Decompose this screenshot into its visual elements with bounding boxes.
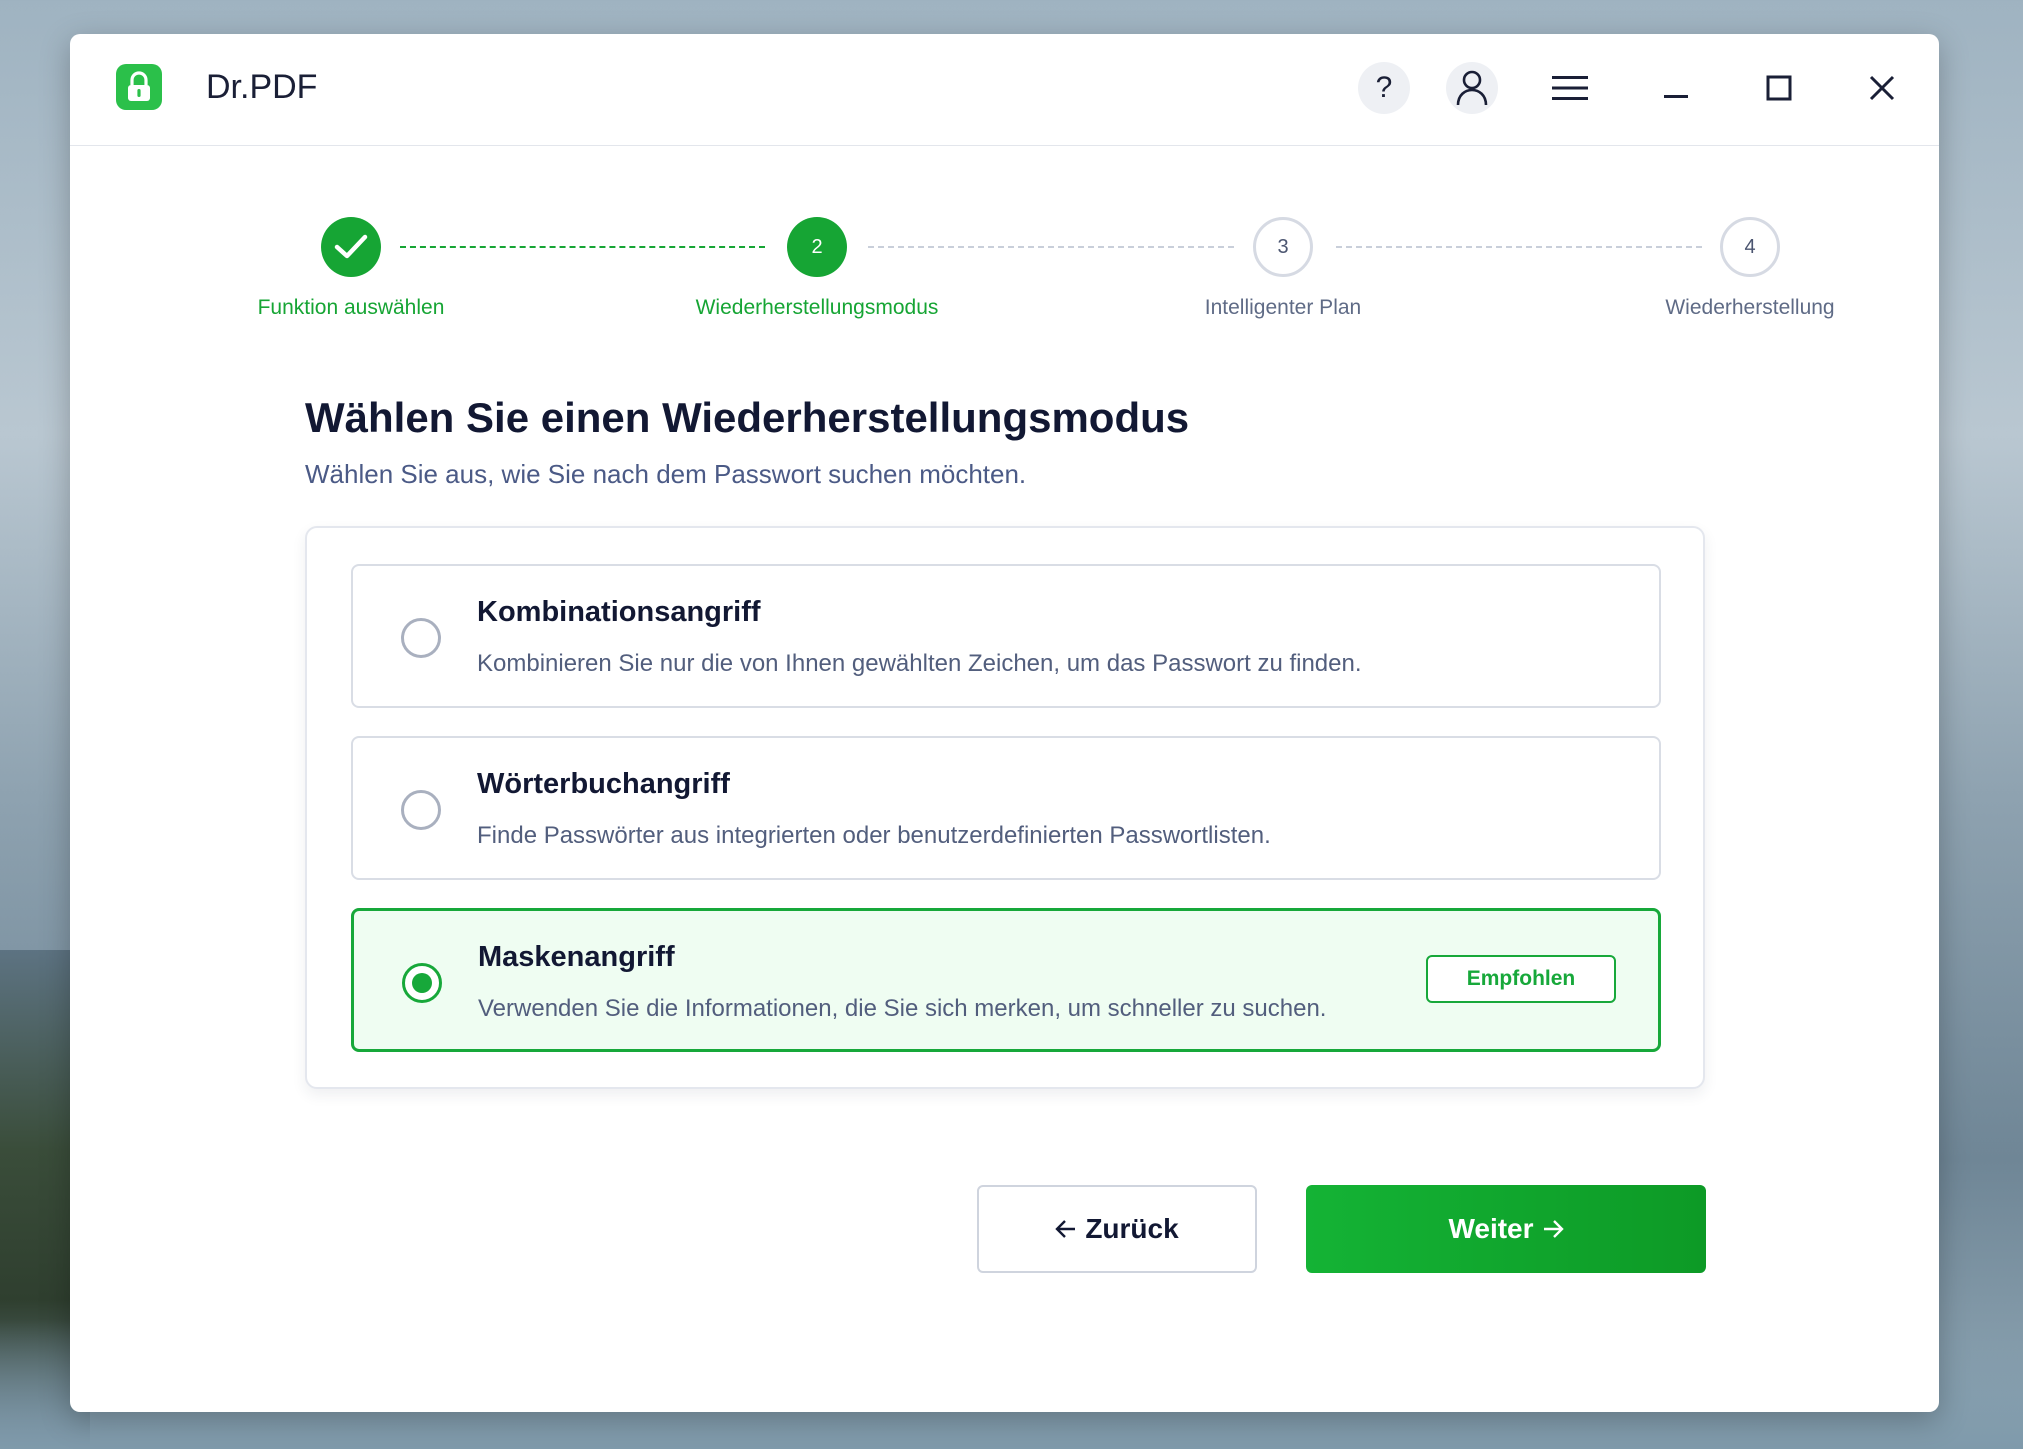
option-description: Verwenden Sie die Informationen, die Sie… — [478, 995, 1327, 1022]
minimize-icon[interactable] — [1650, 62, 1702, 114]
radio-button[interactable] — [401, 790, 441, 830]
option-dictionary-attack[interactable]: Wörterbuchangriff Finde Passwörter aus i… — [351, 736, 1661, 880]
app-window: Dr.PDF ? 2 3 4 Funktion auswählen Wieder… — [70, 34, 1939, 1412]
step-connector — [868, 246, 1234, 248]
maximize-icon[interactable] — [1753, 62, 1805, 114]
lock-icon — [116, 64, 162, 110]
page-title: Wählen Sie einen Wiederherstellungsmodus — [305, 394, 1190, 441]
step-4-number: 4 — [1744, 235, 1756, 258]
radio-button[interactable] — [401, 618, 441, 658]
radio-button-selected[interactable] — [402, 963, 442, 1003]
arrow-left-icon — [1055, 1220, 1076, 1238]
back-button[interactable]: Zurück — [977, 1185, 1257, 1273]
radio-dot — [412, 973, 432, 993]
option-description: Finde Passwörter aus integrierten oder b… — [477, 822, 1271, 849]
next-button[interactable]: Weiter — [1306, 1185, 1706, 1273]
step-2-circle: 2 — [787, 217, 847, 277]
account-icon[interactable] — [1446, 62, 1498, 114]
menu-icon[interactable] — [1544, 62, 1596, 114]
option-title: Wörterbuchangriff — [477, 768, 730, 800]
option-title: Maskenangriff — [478, 941, 675, 973]
app-title: Dr.PDF — [206, 68, 318, 106]
back-button-label: Zurück — [1085, 1213, 1179, 1244]
step-connector — [400, 246, 765, 248]
next-button-label: Weiter — [1448, 1213, 1534, 1244]
progress-stepper: 2 3 4 Funktion auswählen Wiederherstellu… — [70, 146, 1939, 319]
option-title: Kombinationsangriff — [477, 596, 761, 628]
close-icon[interactable] — [1856, 62, 1908, 114]
help-icon[interactable]: ? — [1358, 62, 1410, 114]
option-description: Kombinieren Sie nur die von Ihnen gewähl… — [477, 650, 1362, 677]
step-2-number: 2 — [811, 235, 823, 258]
step-connector — [1336, 246, 1702, 248]
step-3-circle: 3 — [1253, 217, 1313, 277]
recovery-mode-panel: Kombinationsangriff Kombinieren Sie nur … — [305, 526, 1705, 1089]
step-2-label: Wiederherstellungsmodus — [695, 296, 939, 319]
step-3-number: 3 — [1277, 235, 1289, 258]
arrow-right-icon — [1543, 1220, 1564, 1238]
step-4-circle: 4 — [1720, 217, 1780, 277]
recommended-badge: Empfohlen — [1426, 955, 1616, 1003]
option-mask-attack[interactable]: Maskenangriff Verwenden Sie die Informat… — [351, 908, 1661, 1052]
step-4-label: Wiederherstellung — [1665, 296, 1835, 319]
step-3-label: Intelligenter Plan — [1204, 296, 1362, 319]
titlebar: Dr.PDF ? — [70, 34, 1939, 146]
help-label: ? — [1375, 71, 1393, 104]
step-1-label: Funktion auswählen — [257, 296, 445, 319]
page-subtitle: Wählen Sie aus, wie Sie nach dem Passwor… — [305, 459, 1027, 489]
step-1-check-icon — [321, 217, 381, 277]
option-combination-attack[interactable]: Kombinationsangriff Kombinieren Sie nur … — [351, 564, 1661, 708]
